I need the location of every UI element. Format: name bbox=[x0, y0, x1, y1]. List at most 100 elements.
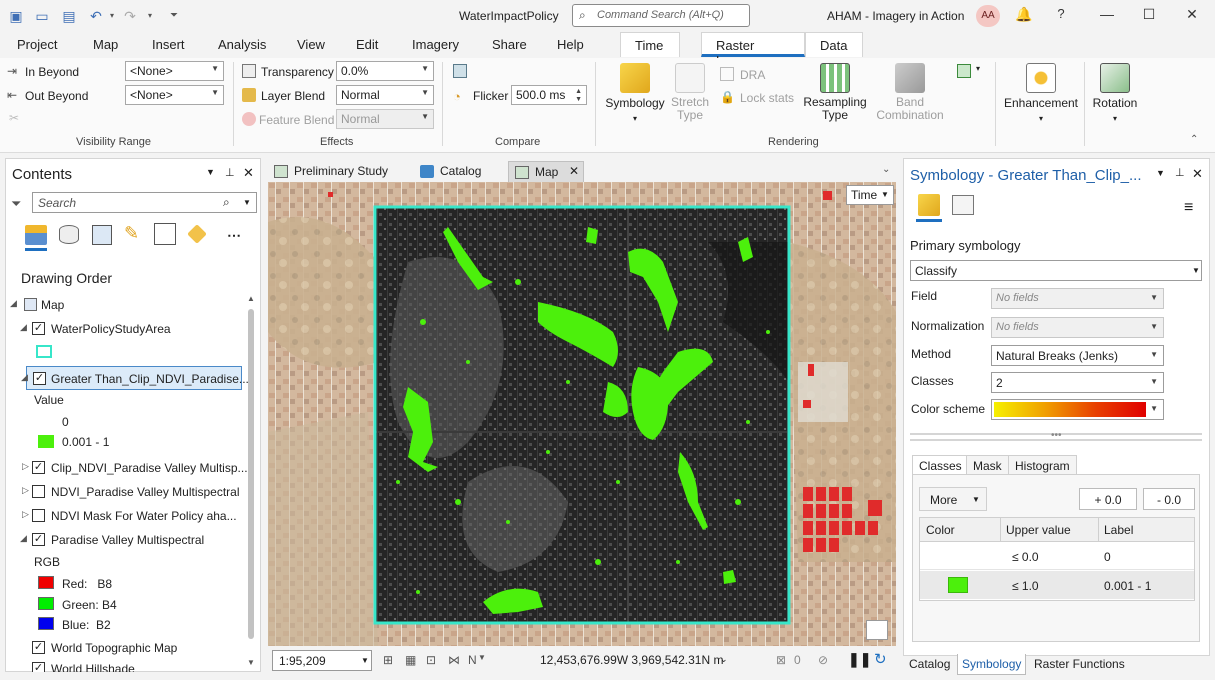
expand-icon[interactable]: ▷ bbox=[22, 461, 29, 472]
field-dropdown[interactable]: No fields ▼ bbox=[991, 288, 1164, 309]
in-beyond-dropdown[interactable]: <None> ▼ bbox=[125, 61, 224, 81]
symbology-button[interactable]: Symbology ▾ bbox=[603, 63, 667, 124]
tab-imagery[interactable]: Imagery bbox=[412, 37, 459, 52]
navigator-icon[interactable] bbox=[866, 620, 888, 640]
tree-item-map[interactable]: ◢ Map bbox=[6, 294, 246, 316]
tree-item-clip-ndvi[interactable]: ▷ ✓ Clip_NDVI_Paradise Valley Multisp... bbox=[6, 457, 248, 479]
colormap-dropdown-icon[interactable]: ▾ bbox=[976, 64, 980, 73]
tab-map[interactable]: Map bbox=[93, 37, 118, 52]
minimize-icon[interactable]: — bbox=[1097, 6, 1117, 22]
selected-features-icon[interactable]: ⊠ bbox=[776, 653, 786, 667]
tab-view[interactable]: View bbox=[297, 37, 325, 52]
refresh-icon[interactable]: ↻ bbox=[874, 650, 887, 668]
drawing-order-icon[interactable] bbox=[25, 225, 47, 245]
dra-checkbox[interactable]: DRA bbox=[740, 68, 765, 82]
labeling-icon[interactable] bbox=[187, 224, 207, 244]
time-slider-toggle[interactable]: Time ▼ bbox=[846, 185, 894, 205]
transparency-input[interactable]: 0.0% ▼ bbox=[336, 61, 434, 81]
undo-icon[interactable]: ↶ bbox=[88, 8, 104, 24]
selection-icon[interactable] bbox=[92, 225, 112, 245]
tab-list-icon[interactable]: ⌄ bbox=[882, 164, 890, 175]
red-band-swatch[interactable] bbox=[38, 576, 54, 589]
tab-catalog-pane[interactable]: Catalog bbox=[905, 654, 954, 675]
subtab-histogram[interactable]: Histogram bbox=[1008, 455, 1077, 475]
tab-raster-layer[interactable]: Raster Layer bbox=[701, 32, 805, 68]
new-project-icon[interactable]: ▣ bbox=[8, 8, 24, 24]
pin-icon[interactable]: ⊥ bbox=[1175, 166, 1185, 179]
redo-dropdown-icon[interactable]: ▾ bbox=[142, 8, 158, 24]
remove-class-button[interactable]: - 0.0 bbox=[1143, 488, 1195, 510]
class-label[interactable]: 0.001 - 1 bbox=[1104, 579, 1151, 593]
coordinate-format-icon[interactable]: ⌄ bbox=[720, 654, 728, 665]
map-view[interactable]: Time ▼ bbox=[268, 182, 896, 646]
more-button[interactable]: More ▼ bbox=[919, 487, 987, 511]
tree-item-world-hillshade[interactable]: ✓ World Hillshade bbox=[6, 658, 246, 672]
maximize-icon[interactable]: ☐ bbox=[1139, 6, 1159, 23]
classes-dropdown[interactable]: 2 ▼ bbox=[991, 372, 1164, 393]
tab-preliminary-study[interactable]: Preliminary Study bbox=[268, 161, 394, 182]
filter-icon[interactable]: ⏷ bbox=[11, 196, 21, 212]
avatar[interactable]: AA bbox=[976, 5, 1000, 27]
tree-item-water-policy[interactable]: ◢ ✓ WaterPolicyStudyArea bbox=[6, 318, 246, 340]
color-scheme-dropdown[interactable]: ▼ bbox=[991, 399, 1164, 420]
vary-symbology-icon[interactable] bbox=[952, 195, 974, 215]
tab-share[interactable]: Share bbox=[492, 37, 527, 52]
tree-item-ndvi-pv[interactable]: ▷ NDVI_Paradise Valley Multispectral bbox=[6, 481, 246, 503]
subtab-mask[interactable]: Mask bbox=[966, 455, 1009, 475]
notifications-icon[interactable]: 🔔 bbox=[1014, 6, 1034, 23]
search-options-icon[interactable]: ▼ bbox=[243, 198, 251, 207]
tab-symbology-pane[interactable]: Symbology bbox=[957, 654, 1027, 675]
band-combination-button[interactable]: Band Combination bbox=[868, 63, 952, 122]
colormap-icon[interactable] bbox=[957, 64, 971, 78]
tab-edit[interactable]: Edit bbox=[356, 37, 378, 52]
layer-visibility-checkbox[interactable]: ✓ bbox=[32, 662, 45, 672]
normalization-dropdown[interactable]: No fields ▼ bbox=[991, 317, 1164, 338]
column-header-label[interactable]: Label bbox=[1104, 523, 1133, 537]
column-header-color[interactable]: Color bbox=[926, 523, 955, 537]
method-dropdown[interactable]: Natural Breaks (Jenks) ▼ bbox=[991, 345, 1164, 366]
tab-time[interactable]: Time bbox=[620, 32, 680, 57]
flicker-rate-input[interactable]: 500.0 ms ▲ ▼ bbox=[511, 85, 587, 105]
layer-visibility-checkbox[interactable] bbox=[32, 485, 45, 498]
add-class-button[interactable]: + 0.0 bbox=[1079, 488, 1137, 510]
layer-visibility-checkbox[interactable] bbox=[32, 509, 45, 522]
primary-symbology-dropdown[interactable]: Classify ▼ bbox=[910, 260, 1202, 281]
subtab-classes[interactable]: Classes bbox=[912, 455, 969, 475]
tab-raster-functions-pane[interactable]: Raster Functions bbox=[1030, 654, 1129, 675]
tab-catalog[interactable]: Catalog bbox=[414, 161, 487, 182]
swipe-icon[interactable] bbox=[453, 64, 467, 78]
out-beyond-dropdown[interactable]: <None> ▼ bbox=[125, 85, 224, 105]
tree-item-greater-than[interactable]: ◢ ✓ Greater Than_Clip_NDVI_Paradise... bbox=[21, 366, 249, 390]
pane-options-icon[interactable]: ▼ bbox=[206, 167, 215, 177]
more-options-icon[interactable]: ⋯ bbox=[227, 227, 241, 244]
primary-symbology-icon[interactable] bbox=[918, 194, 940, 216]
tab-insert[interactable]: Insert bbox=[152, 37, 185, 52]
constraints-icon[interactable]: ⋈ bbox=[448, 653, 460, 667]
upper-value[interactable]: ≤ 0.0 bbox=[1012, 550, 1039, 564]
collapse-icon[interactable]: ◢ bbox=[20, 533, 27, 544]
column-header-upper[interactable]: Upper value bbox=[1006, 523, 1071, 537]
class-color-swatch[interactable] bbox=[948, 577, 968, 593]
layer-visibility-checkbox[interactable]: ✓ bbox=[32, 322, 45, 335]
feature-blend-dropdown[interactable]: Normal ▼ bbox=[336, 109, 434, 129]
class-label[interactable]: 0 bbox=[1104, 550, 1111, 564]
enhancement-button[interactable]: Enhancement ▾ bbox=[1002, 63, 1080, 124]
collapse-icon[interactable]: ◢ bbox=[21, 372, 28, 383]
snapping-status-icon[interactable]: ⊡ bbox=[426, 653, 436, 667]
tab-map-view[interactable]: Map ✕ bbox=[508, 161, 584, 182]
pane-options-icon[interactable]: ▼ bbox=[1156, 168, 1165, 178]
grid-icon[interactable]: ▦ bbox=[405, 653, 416, 667]
blue-band-swatch[interactable] bbox=[38, 617, 54, 630]
layer-visibility-checkbox[interactable]: ✓ bbox=[32, 461, 45, 474]
close-pane-icon[interactable]: ✕ bbox=[243, 165, 254, 181]
clear-limits-icon[interactable]: ✂ bbox=[9, 111, 23, 125]
undo-dropdown-icon[interactable]: ▾ bbox=[104, 8, 120, 24]
resampling-type-button[interactable]: Resampling Type bbox=[800, 63, 870, 122]
tab-data[interactable]: Data bbox=[805, 32, 863, 57]
contents-scrollbar[interactable] bbox=[248, 309, 254, 639]
chevron-down-icon[interactable]: ▼ bbox=[478, 653, 486, 662]
map-scale-dropdown[interactable]: 1:95,209 ▼ bbox=[272, 650, 372, 671]
lock-stats-checkbox[interactable]: Lock stats bbox=[740, 91, 794, 105]
contents-search-input[interactable]: Search ⌕ ▼ bbox=[32, 192, 257, 213]
tree-item-ndvi-mask[interactable]: ▷ NDVI Mask For Water Policy aha... bbox=[6, 505, 246, 527]
